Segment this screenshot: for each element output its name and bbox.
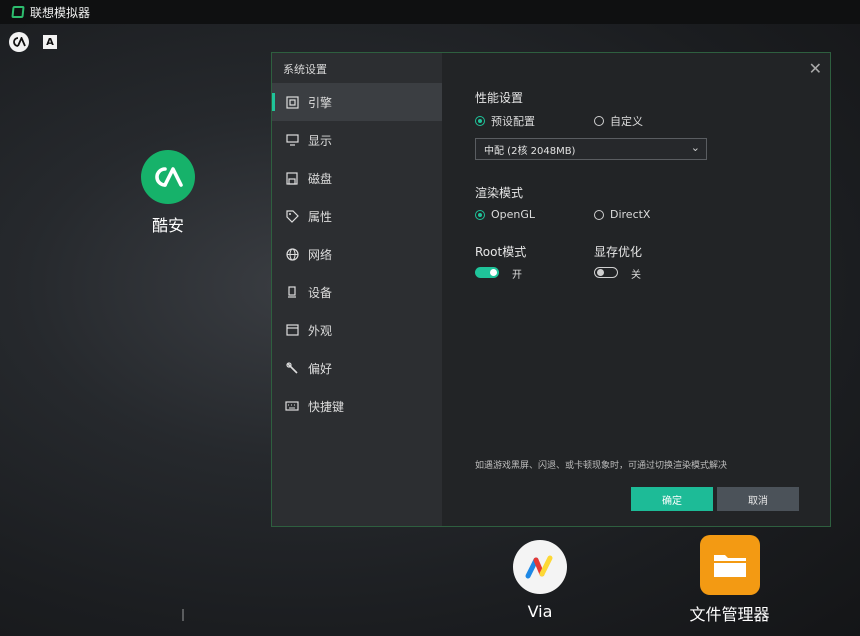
settings-sidebar: 系统设置 引擎 显示 磁盘 属性 网络 设备 外观 偏好 快捷键	[272, 53, 442, 526]
desktop-app-label: 酷安	[151, 216, 184, 235]
radio-label: OpenGL	[491, 208, 536, 221]
engine-settings-panel: 性能设置 预设配置 自定义 中配 (2核 2048MB) ⌄ 渲染模式 Open…	[475, 53, 830, 526]
nav-item-properties[interactable]: 属性	[272, 197, 442, 235]
disk-icon	[285, 171, 299, 185]
radio-label: 预设配置	[491, 115, 535, 128]
via-icon	[513, 540, 567, 594]
memory-opt-toggle[interactable]	[594, 267, 618, 278]
desktop-app-via[interactable]: Via	[505, 540, 575, 621]
a-status-icon: A	[43, 35, 57, 49]
preset-config-radio[interactable]: 预设配置	[475, 113, 535, 129]
nav-item-label: 磁盘	[308, 171, 333, 186]
chevron-down-icon: ⌄	[690, 141, 700, 154]
cancel-button[interactable]: 取消	[717, 487, 799, 511]
desktop-app-files[interactable]: 文件管理器	[682, 535, 777, 625]
nav-item-label: 设备	[308, 285, 333, 300]
radio-dot	[475, 209, 485, 220]
status-bar: A	[0, 28, 57, 56]
memory-opt-title: 显存优化	[594, 245, 643, 259]
radio-label: DirectX	[610, 208, 651, 221]
title-bar: 联想模拟器	[0, 0, 860, 24]
nav-item-appearance[interactable]: 外观	[272, 311, 442, 349]
coolapk-icon	[141, 150, 195, 204]
desktop-app-label: 文件管理器	[689, 605, 770, 624]
window-icon	[285, 323, 299, 337]
radio-dot	[475, 116, 485, 126]
wrench-icon	[285, 361, 299, 375]
opengl-radio[interactable]: OpenGL	[475, 208, 535, 221]
nav-item-shortcuts[interactable]: 快捷键	[272, 387, 442, 425]
settings-dialog: 系统设置 引擎 显示 磁盘 属性 网络 设备 外观 偏好 快捷键 ✕ 性能设置 …	[271, 52, 831, 527]
nav-item-label: 偏好	[308, 361, 333, 376]
nav-item-label: 外观	[308, 323, 333, 338]
settings-nav: 引擎 显示 磁盘 属性 网络 设备 外观 偏好 快捷键	[272, 83, 442, 425]
keyboard-icon	[285, 399, 299, 413]
app-title: 联想模拟器	[30, 5, 91, 20]
desktop-app-coolapk[interactable]: 酷安	[133, 150, 203, 236]
nav-item-label: 属性	[308, 209, 333, 224]
radio-label: 自定义	[610, 115, 643, 128]
home-indicator	[182, 609, 184, 621]
monitor-icon	[285, 133, 299, 147]
directx-radio[interactable]: DirectX	[594, 208, 650, 221]
root-mode-title: Root模式	[475, 245, 527, 259]
desktop-app-label: Via	[527, 602, 553, 621]
memory-opt-toggle-label: 关	[631, 270, 641, 281]
nav-item-label: 网络	[308, 247, 333, 262]
device-icon	[285, 285, 299, 299]
globe-icon	[285, 247, 299, 261]
nav-item-disk[interactable]: 磁盘	[272, 159, 442, 197]
chip-icon	[285, 95, 299, 109]
nav-item-label: 引擎	[308, 95, 333, 110]
app-logo-icon	[11, 6, 25, 18]
nav-item-label: 快捷键	[308, 399, 345, 414]
coolapk-status-icon	[9, 32, 29, 52]
nav-item-preferences[interactable]: 偏好	[272, 349, 442, 387]
ok-button[interactable]: 确定	[631, 487, 713, 511]
folder-icon	[699, 535, 760, 595]
tag-icon	[285, 209, 299, 223]
preset-select[interactable]: 中配 (2核 2048MB) ⌄	[475, 138, 707, 160]
nav-item-display[interactable]: 显示	[272, 121, 442, 159]
render-mode-title: 渲染模式	[475, 186, 524, 200]
nav-item-engine[interactable]: 引擎	[272, 83, 442, 121]
root-toggle[interactable]	[475, 267, 499, 278]
preset-select-value: 中配 (2核 2048MB)	[484, 145, 576, 157]
nav-item-network[interactable]: 网络	[272, 235, 442, 273]
dialog-title: 系统设置	[283, 63, 327, 76]
root-toggle-label: 开	[512, 270, 522, 281]
custom-config-radio[interactable]: 自定义	[594, 113, 643, 129]
nav-item-label: 显示	[308, 133, 333, 148]
radio-dot	[594, 209, 604, 220]
nav-item-device[interactable]: 设备	[272, 273, 442, 311]
radio-dot	[594, 116, 604, 126]
performance-title: 性能设置	[475, 91, 524, 105]
render-hint: 如遇游戏黑屏、闪退、或卡顿现象时，可通过切换渲染模式解决	[475, 461, 728, 471]
